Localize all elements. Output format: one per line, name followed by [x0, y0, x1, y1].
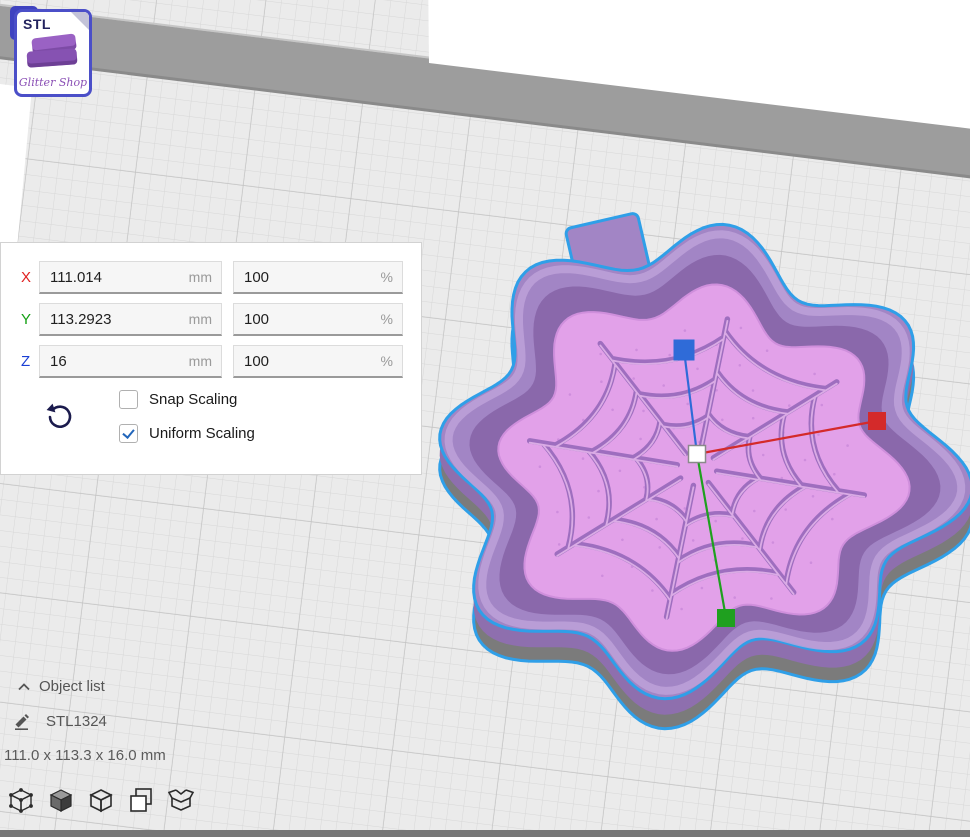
tool-button-duplicate[interactable]: [126, 786, 156, 816]
view-toolbar: [6, 786, 196, 816]
scale-y-percent-input[interactable]: [234, 304, 402, 334]
open-box-icon: [167, 786, 195, 814]
object-name-row[interactable]: STL1324: [0, 712, 166, 730]
logo-title: STL: [23, 16, 51, 32]
scale-z-mm-input[interactable]: [40, 346, 221, 376]
scale-y-mm-input[interactable]: [40, 304, 221, 334]
snap-scaling-label: Snap Scaling: [149, 391, 237, 408]
scale-gizmo-center-handle[interactable]: [689, 446, 706, 463]
duplicate-object-icon: [127, 786, 155, 814]
scale-z-percent-field: %: [233, 345, 403, 378]
app-logo: STL Glitter Shop: [8, 5, 92, 95]
uniform-scaling-label: Uniform Scaling: [149, 425, 255, 442]
scale-z-percent-input[interactable]: [234, 346, 402, 376]
scale-row-y: Y mm %: [1, 303, 421, 336]
rename-pencil-icon: [13, 712, 31, 730]
scale-z-mm-field: mm: [39, 345, 222, 378]
cube-vertices-icon: [7, 786, 35, 814]
logo-card: STL Glitter Shop: [14, 9, 92, 97]
snap-scaling-option[interactable]: Snap Scaling: [119, 390, 255, 409]
logo-subtitle: Glitter Shop: [17, 76, 89, 89]
uniform-scaling-option[interactable]: Uniform Scaling: [119, 424, 255, 443]
scale-row-x: X mm %: [1, 261, 421, 294]
slicer-app-window: STL Glitter Shop X mm % Y mm: [0, 0, 970, 837]
scale-gizmo-y-handle[interactable]: [717, 609, 735, 627]
tool-button-openbox[interactable]: [166, 786, 196, 816]
object-list-label: Object list: [39, 678, 105, 695]
object-list-toggle[interactable]: Object list: [0, 678, 166, 695]
scale-options: Snap Scaling Uniform Scaling: [1, 390, 421, 443]
uniform-scaling-checkbox[interactable]: [119, 424, 138, 443]
scale-x-mm-field: mm: [39, 261, 222, 294]
scale-gizmo-z-handle[interactable]: [674, 340, 695, 361]
logo-decoration: [27, 48, 78, 67]
object-dimensions: 111.0 x 113.3 x 16.0 mm: [0, 747, 166, 764]
axis-z-label: Z: [21, 353, 39, 370]
tool-button-outline[interactable]: [86, 786, 116, 816]
scale-row-z: Z mm %: [1, 345, 421, 378]
scale-x-percent-input[interactable]: [234, 262, 402, 292]
axis-y-label: Y: [21, 311, 39, 328]
tool-button-vertices[interactable]: [6, 786, 36, 816]
scale-tool-panel: X mm % Y mm % Z mm: [0, 242, 422, 475]
chevron-up-icon: [18, 683, 30, 691]
tool-button-solid[interactable]: [46, 786, 76, 816]
object-name: STL1324: [46, 713, 107, 730]
snap-scaling-checkbox[interactable]: [119, 390, 138, 409]
reset-scale-button[interactable]: [1, 402, 119, 432]
logo-page-fold: [71, 12, 89, 30]
scale-gizmo-x-handle[interactable]: [868, 412, 886, 430]
scale-y-mm-field: mm: [39, 303, 222, 336]
scale-y-percent-field: %: [233, 303, 403, 336]
cube-outline-icon: [87, 786, 115, 814]
plate-near-edge: [0, 830, 970, 837]
reset-arrow-icon: [45, 402, 75, 432]
scale-x-mm-input[interactable]: [40, 262, 221, 292]
object-info-panel: Object list STL1324 111.0 x 113.3 x 16.0…: [0, 678, 166, 764]
axis-x-label: X: [21, 269, 39, 286]
scale-x-percent-field: %: [233, 261, 403, 294]
cube-solid-icon: [47, 786, 75, 814]
